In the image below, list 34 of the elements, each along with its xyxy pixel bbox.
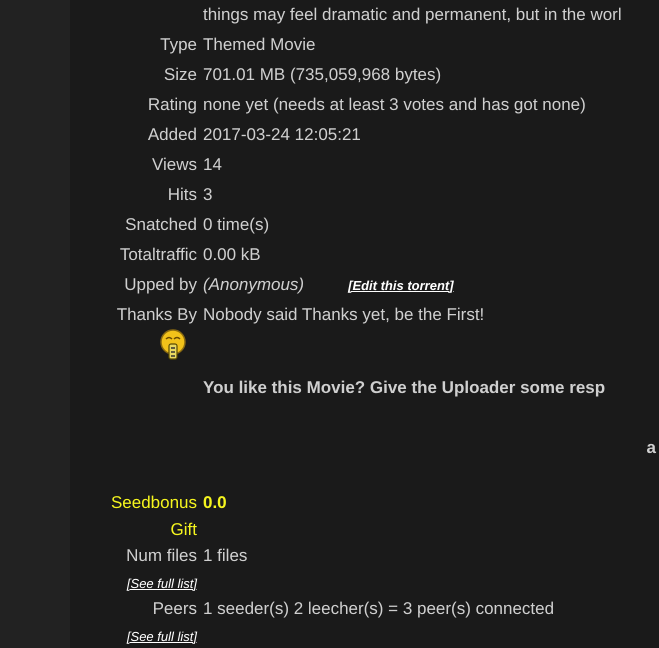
thanks-prompt: You like this Movie? Give the Uploader some resp	[203, 378, 606, 398]
field-value: 2017-03-24 12:05:21	[203, 125, 362, 145]
field-label: Totaltraffic	[120, 245, 197, 265]
description-text: things may feel dramatic and permanent, but in the worl	[203, 5, 623, 25]
field-value: 3	[203, 185, 214, 205]
field-label: Hits	[168, 185, 197, 205]
gift-label: Gift	[170, 520, 197, 540]
thanks-smiley-icon[interactable]	[159, 329, 187, 361]
uploader-name: (Anonymous)	[203, 275, 304, 295]
field-label: Upped by	[124, 275, 197, 295]
field-value: 0.00 kB	[203, 245, 262, 265]
field-label: Rating	[148, 95, 197, 115]
field-label: Snatched	[125, 215, 197, 235]
field-value: Nobody said Thanks yet, be the First!	[203, 305, 486, 325]
seedbonus-value: 0.0	[203, 493, 228, 513]
field-label: Thanks By	[116, 305, 197, 325]
field-value: 0 time(s)	[203, 215, 270, 235]
see-full-list-link[interactable]: [See full list]	[126, 628, 197, 644]
field-value: 14	[203, 155, 223, 175]
field-label: Views	[152, 155, 197, 175]
edit-link[interactable]: [Edit this torrent]	[348, 278, 454, 292]
field-value: Themed Movie	[203, 35, 316, 55]
seedbonus-label: Seedbonus	[110, 493, 197, 513]
field-value: none yet (needs at least 3 votes and has got none)	[203, 95, 587, 115]
field-label: Size	[164, 65, 197, 85]
field-label: Peers	[152, 599, 197, 619]
field-value: 1 files	[203, 546, 248, 566]
field-label: Type	[160, 35, 197, 55]
field-value: 1 seeder(s) 2 leecher(s) = 3 peer(s) connected	[203, 599, 556, 619]
see-full-list-link[interactable]: [See full list]	[126, 576, 197, 590]
field-label: Added	[148, 125, 197, 145]
cut-text: a	[646, 438, 656, 458]
field-label: Num files	[126, 546, 197, 566]
field-value: 701.01 MB (735,059,968 bytes)	[203, 65, 442, 85]
